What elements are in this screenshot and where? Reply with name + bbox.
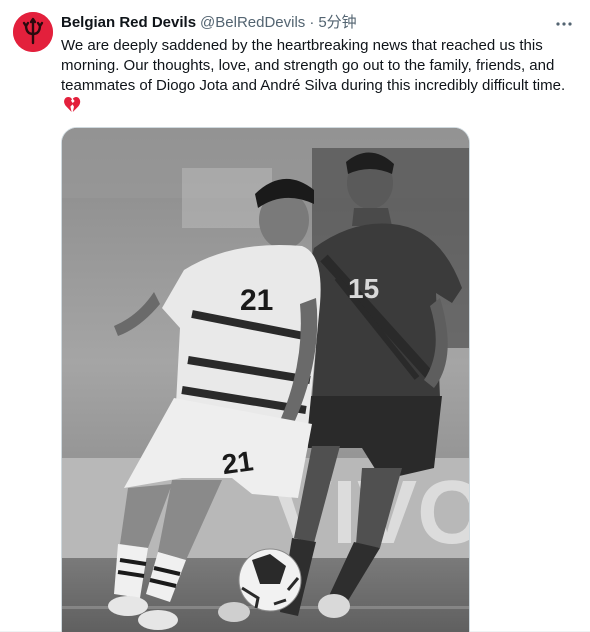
- football: [238, 548, 302, 612]
- svg-text:21: 21: [240, 284, 273, 317]
- display-name[interactable]: Belgian Red Devils: [61, 13, 196, 33]
- svg-text:21: 21: [220, 445, 255, 480]
- more-horizontal-icon: [556, 22, 572, 26]
- timestamp[interactable]: 5分钟: [318, 13, 356, 33]
- tweet-header: Belgian Red Devils @BelRedDevils · 5分钟: [61, 13, 576, 33]
- tweet-photo[interactable]: VIVO 15: [61, 127, 470, 632]
- tweet-card[interactable]: Belgian Red Devils @BelRedDevils · 5分钟 W…: [0, 0, 590, 632]
- avatar[interactable]: [13, 12, 53, 52]
- broken-heart-icon: [63, 96, 81, 119]
- user-handle[interactable]: @BelRedDevils: [200, 13, 305, 33]
- tweet-text: We are deeply saddened by the heartbreak…: [61, 37, 566, 94]
- red-devils-trident-logo: [13, 12, 53, 52]
- tweet-text-block: We are deeply saddened by the heartbreak…: [61, 36, 576, 119]
- separator-dot: ·: [309, 14, 315, 31]
- svg-text:15: 15: [348, 273, 379, 304]
- football-match-photo: VIVO 15: [62, 128, 469, 632]
- more-options-button[interactable]: [552, 14, 576, 34]
